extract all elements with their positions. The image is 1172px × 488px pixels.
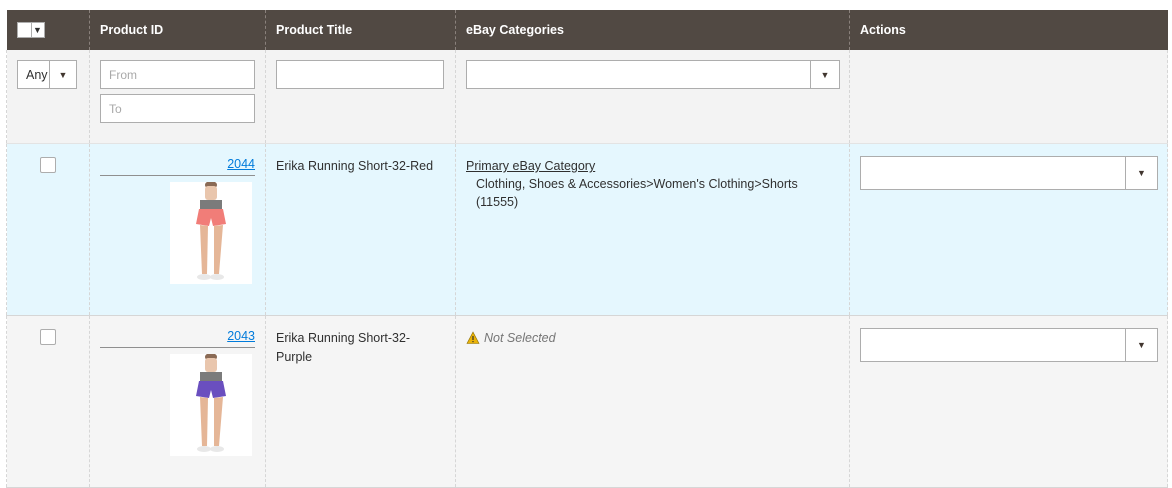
product-id-from-input[interactable]: From — [100, 60, 255, 89]
warning-icon — [466, 331, 480, 344]
shorts-purple — [196, 381, 226, 398]
mass-select-checkbox[interactable] — [17, 24, 31, 36]
shorts-red — [196, 209, 226, 226]
select-filter-value: Any — [26, 67, 48, 82]
mass-select-header[interactable]: ▼ — [6, 10, 90, 50]
product-id-link[interactable]: 2044 — [100, 157, 255, 176]
column-header-actions: Actions — [849, 10, 1168, 50]
category-not-selected: Not Selected — [466, 329, 839, 347]
mass-select-control[interactable]: ▼ — [16, 22, 45, 38]
product-thumbnail — [170, 182, 252, 284]
product-id-to-input[interactable]: To — [100, 94, 255, 123]
row-action-select[interactable]: ▼ — [860, 328, 1158, 362]
grid-header-row: ▼ Product ID Product Title eBay Categori… — [6, 10, 1168, 50]
column-header-ebay-categories[interactable]: eBay Categories — [455, 10, 850, 50]
row-checkbox[interactable] — [40, 157, 56, 173]
product-title-filter-input[interactable] — [276, 60, 444, 89]
ebay-category-filter-select[interactable]: ▼ — [466, 60, 840, 89]
select-filter[interactable]: Any ▼ — [17, 60, 77, 89]
column-header-product-title[interactable]: Product Title — [265, 10, 456, 50]
column-header-product-id[interactable]: Product ID — [89, 10, 266, 50]
chevron-down-icon: ▼ — [1125, 329, 1157, 361]
chevron-down-icon[interactable]: ▼ — [30, 23, 44, 37]
chevron-down-icon: ▼ — [810, 61, 839, 88]
primary-ebay-category-link[interactable]: Primary eBay Category — [466, 157, 839, 175]
filter-row: Any ▼ From To ▼ — [6, 50, 1168, 144]
product-title: Erika Running Short-32-Red — [265, 143, 456, 316]
product-id-to-placeholder: To — [109, 101, 122, 116]
table-row: 2044 Erika Running Short-32-Red Primary … — [6, 143, 1168, 316]
chevron-down-icon: ▼ — [1125, 157, 1157, 189]
row-action-select[interactable]: ▼ — [860, 156, 1158, 190]
ebay-category-cell: Primary eBay Category Clothing, Shoes & … — [455, 143, 850, 316]
actions-filter-cell — [849, 50, 1168, 144]
product-id-from-placeholder: From — [109, 67, 137, 82]
product-title: Erika Running Short-32-Purple — [265, 315, 456, 488]
not-selected-text: Not Selected — [484, 331, 556, 345]
row-checkbox[interactable] — [40, 329, 56, 345]
product-id-link[interactable]: 2043 — [100, 329, 255, 348]
table-row: 2043 Erika Running Short-32-Purple Not S… — [6, 315, 1168, 488]
chevron-down-icon: ▼ — [49, 61, 76, 88]
products-grid: ▼ Product ID Product Title eBay Categori… — [6, 10, 1168, 488]
category-path: Clothing, Shoes & Accessories>Women's Cl… — [476, 177, 798, 209]
product-thumbnail — [170, 354, 252, 456]
ebay-category-cell: Not Selected — [455, 315, 850, 488]
